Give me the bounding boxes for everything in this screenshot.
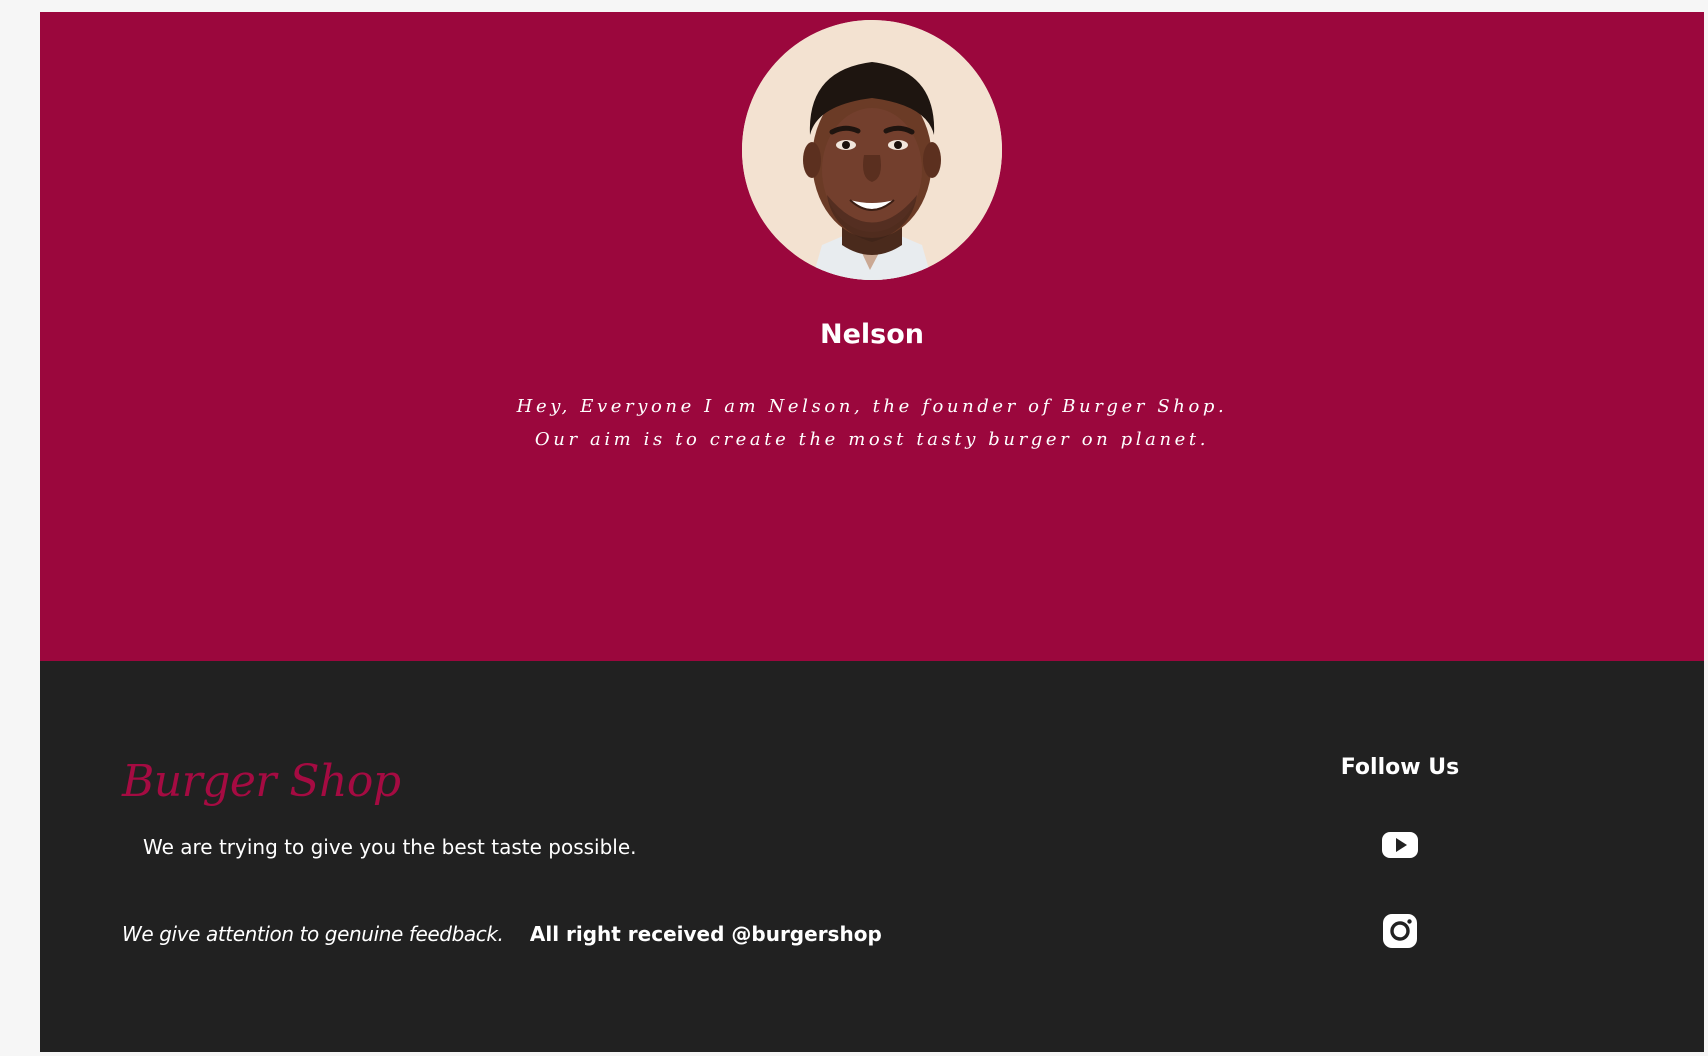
feedback-text: We give attention to genuine feedback. <box>122 922 504 946</box>
rights-text: All right received @burgershop <box>529 922 882 946</box>
founder-avatar <box>742 20 1002 280</box>
founder-bio-line: Hey, Everyone I am Nelson, the founder o… <box>516 396 1228 417</box>
footer-bottom-line: We give attention to genuine feedback. A… <box>122 920 882 948</box>
instagram-link[interactable] <box>1380 911 1420 951</box>
founder-name: Nelson <box>819 319 924 350</box>
page: Nelson Hey, Everyone I am Nelson, the fo… <box>40 12 1704 1052</box>
footer: Burger Shop We are trying to give you th… <box>40 661 1704 1052</box>
founder-section: Nelson Hey, Everyone I am Nelson, the fo… <box>40 12 1704 661</box>
footer-brand-logo[interactable]: Burger Shop <box>122 753 401 811</box>
youtube-icon <box>1382 832 1418 858</box>
footer-tagline: We are trying to give you the best taste… <box>143 835 637 859</box>
founder-bio-line: Our aim is to create the most tasty burg… <box>534 429 1210 450</box>
follow-us-heading: Follow Us <box>1340 755 1460 780</box>
youtube-link[interactable] <box>1380 824 1420 864</box>
instagram-icon <box>1383 914 1417 948</box>
founder-photo <box>742 20 1002 280</box>
founder-bio: Hey, Everyone I am Nelson, the founder o… <box>40 390 1704 456</box>
